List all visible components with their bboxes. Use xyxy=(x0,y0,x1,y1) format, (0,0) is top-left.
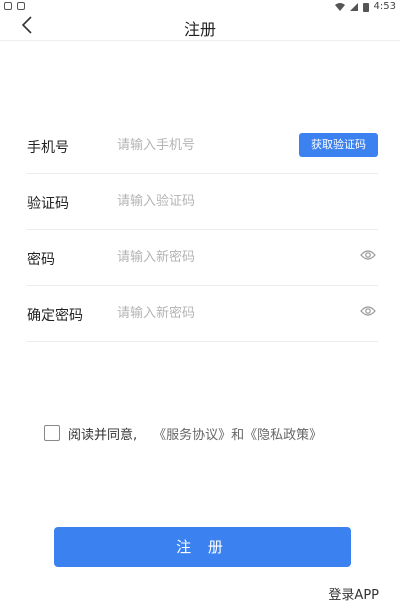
eye-icon[interactable] xyxy=(360,305,376,317)
header: 注册 xyxy=(0,10,400,41)
service-agreement-link[interactable]: 《服务协议》 xyxy=(153,424,231,443)
password-label: 密码 xyxy=(27,252,55,268)
privacy-policy-link[interactable]: 《隐私政策》 xyxy=(244,424,322,443)
login-link[interactable]: 登录APP xyxy=(328,584,379,603)
code-label: 验证码 xyxy=(27,196,69,212)
code-input[interactable] xyxy=(115,188,289,214)
password-row: 密码 xyxy=(27,229,378,286)
phone-label: 手机号 xyxy=(27,140,69,156)
notification-icon xyxy=(4,2,12,10)
confirm-password-row: 确定密码 xyxy=(27,285,378,342)
phone-input[interactable] xyxy=(115,132,289,158)
eye-icon[interactable] xyxy=(360,249,376,261)
password-input[interactable] xyxy=(115,244,289,270)
page-title: 注册 xyxy=(183,20,216,39)
get-code-button[interactable]: 获取验证码 xyxy=(299,133,378,157)
agreement-text: 阅读并同意, xyxy=(68,427,138,443)
confirm-password-input[interactable] xyxy=(115,300,289,326)
agreement: 阅读并同意, 《服务协议》 和 《隐私政策》 xyxy=(44,424,322,443)
register-button[interactable]: 注 册 xyxy=(54,527,351,567)
status-left xyxy=(4,2,25,10)
agree-checkbox[interactable] xyxy=(44,425,60,441)
confirm-password-label: 确定密码 xyxy=(27,308,83,324)
agreement-and: 和 xyxy=(231,427,245,443)
phone-row: 手机号 获取验证码 xyxy=(27,117,378,174)
app-icon xyxy=(17,2,25,10)
code-row: 验证码 xyxy=(27,173,378,230)
